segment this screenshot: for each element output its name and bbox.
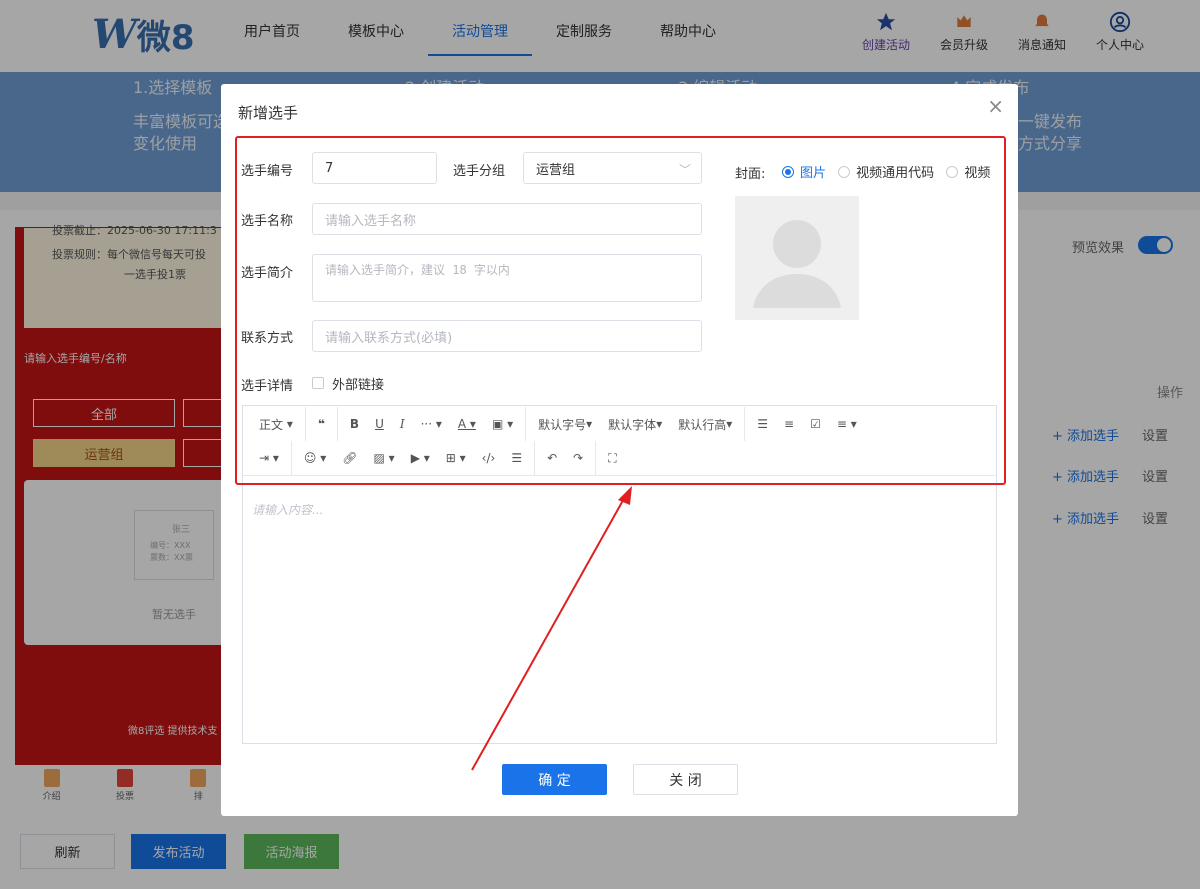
rich-text-editor: 正文 ▾ ❝ B U I ··· ▾ A ▾ ▣ ▾ 默认字号 ▾ 默认字体 ▾ 默… (242, 405, 997, 744)
editor-content[interactable]: 请输入内容... (252, 501, 323, 518)
avatar-placeholder-icon (753, 220, 841, 308)
cover-type-radio-group: 图片 视频通用代码 视频 (782, 162, 998, 182)
toolbar-divider (595, 441, 597, 475)
contact-input[interactable]: 请输入联系方式(必填) (312, 320, 702, 352)
table-icon[interactable]: ⊞ ▾ (438, 441, 474, 475)
code-icon[interactable]: ‹/› (474, 441, 504, 475)
cover-radio-image[interactable]: 图片 (782, 162, 826, 181)
toolbar-row-2: ⇥ ▾ ☺ ▾ 🔗︎ ▨ ▾ ▶ ▾ ⊞ ▾ ‹/› ☰ ↶ ↷ ⛶ (251, 441, 625, 475)
cover-radio-video-code[interactable]: 视频通用代码 (838, 162, 934, 181)
quote-icon[interactable]: ❝ (310, 407, 333, 441)
close-button[interactable]: 关 闭 (633, 764, 738, 795)
player-name-input[interactable]: 请输入选手名称 (312, 203, 702, 235)
indent-icon[interactable]: ⇥ ▾ (251, 441, 287, 475)
line-height-dropdown[interactable]: 默认行高 ▾ (670, 407, 740, 441)
divider-line-icon[interactable]: ☰ (503, 441, 530, 475)
player-no-input[interactable]: 7 (312, 152, 437, 184)
emoji-icon[interactable]: ☺ ▾ (296, 441, 334, 475)
line-height-label: 默认行高 (678, 417, 727, 432)
cover-label: 封面: (735, 167, 766, 182)
italic-icon[interactable]: I (392, 407, 413, 441)
toolbar-divider (534, 441, 536, 475)
image-icon[interactable]: ▨ ▾ (366, 441, 403, 475)
numbered-list-icon[interactable]: ≡ (776, 407, 802, 441)
toolbar-divider (336, 407, 338, 441)
cover-radio-video-label: 视频 (964, 166, 991, 181)
fullscreen-icon[interactable]: ⛶ (600, 441, 624, 475)
editor-toolbar: 正文 ▾ ❝ B U I ··· ▾ A ▾ ▣ ▾ 默认字号 ▾ 默认字体 ▾ 默… (243, 406, 996, 476)
toolbar-divider (744, 407, 746, 441)
chevron-down-icon: ﹀ (678, 163, 691, 177)
paragraph-label: 正文 (259, 417, 284, 432)
add-player-modal: 新增选手 × 选手编号 7 选手分组 运营组 ﹀ 选手名称 请输入选手名称 选手… (221, 84, 1018, 816)
more-format-icon[interactable]: ··· ▾ (413, 407, 450, 441)
external-link-label: 外部链接 (332, 378, 385, 393)
underline-icon[interactable]: U (367, 407, 392, 441)
player-group-select[interactable]: 运营组 ﹀ (523, 152, 702, 184)
video-icon[interactable]: ▶ ▾ (403, 441, 438, 475)
contact-label: 联系方式 (241, 331, 294, 346)
toolbar-row-1: 正文 ▾ ❝ B U I ··· ▾ A ▾ ▣ ▾ 默认字号 ▾ 默认字体 ▾ 默… (251, 407, 865, 441)
font-size-dropdown[interactable]: 默认字号 ▾ (530, 407, 600, 441)
bold-icon[interactable]: B (342, 407, 367, 441)
player-intro-textarea[interactable]: 请输入选手简介，建议 18 字以内 (312, 254, 702, 302)
font-family-dropdown[interactable]: 默认字体 ▾ (600, 407, 670, 441)
toolbar-divider (290, 441, 292, 475)
confirm-button[interactable]: 确 定 (502, 764, 607, 795)
cover-image-upload[interactable] (735, 196, 859, 320)
player-detail-label: 选手详情 (241, 379, 294, 394)
cover-radio-video[interactable]: 视频 (946, 162, 990, 181)
player-name-label: 选手名称 (241, 214, 294, 229)
paragraph-dropdown[interactable]: 正文 ▾ (251, 407, 301, 441)
toolbar-divider (304, 407, 306, 441)
player-group-value: 运营组 (536, 162, 576, 178)
toolbar-divider (525, 407, 527, 441)
bullet-list-icon[interactable]: ☰ (749, 407, 776, 441)
close-icon[interactable]: × (987, 96, 1004, 116)
radio-icon (838, 165, 851, 178)
radio-icon (946, 165, 959, 178)
font-family-label: 默认字体 (608, 417, 657, 432)
player-intro-label: 选手简介 (241, 266, 294, 281)
font-size-label: 默认字号 (538, 417, 587, 432)
cover-radio-video-code-label: 视频通用代码 (856, 166, 935, 181)
redo-icon[interactable]: ↷ (565, 441, 591, 475)
external-link-checkbox[interactable] (312, 377, 324, 389)
background-color-icon[interactable]: ▣ ▾ (484, 407, 521, 441)
undo-icon[interactable]: ↶ (539, 441, 565, 475)
link-icon[interactable]: 🔗︎ (334, 441, 365, 475)
modal-title: 新增选手 (238, 104, 299, 122)
todo-icon[interactable]: ☑ (802, 407, 829, 441)
player-no-label: 选手编号 (241, 164, 294, 179)
radio-checked-icon (782, 165, 794, 178)
cover-radio-image-label: 图片 (800, 166, 827, 181)
player-group-label: 选手分组 (453, 164, 506, 179)
align-icon[interactable]: ≡ ▾ (829, 407, 865, 441)
font-color-icon[interactable]: A ▾ (450, 407, 484, 441)
